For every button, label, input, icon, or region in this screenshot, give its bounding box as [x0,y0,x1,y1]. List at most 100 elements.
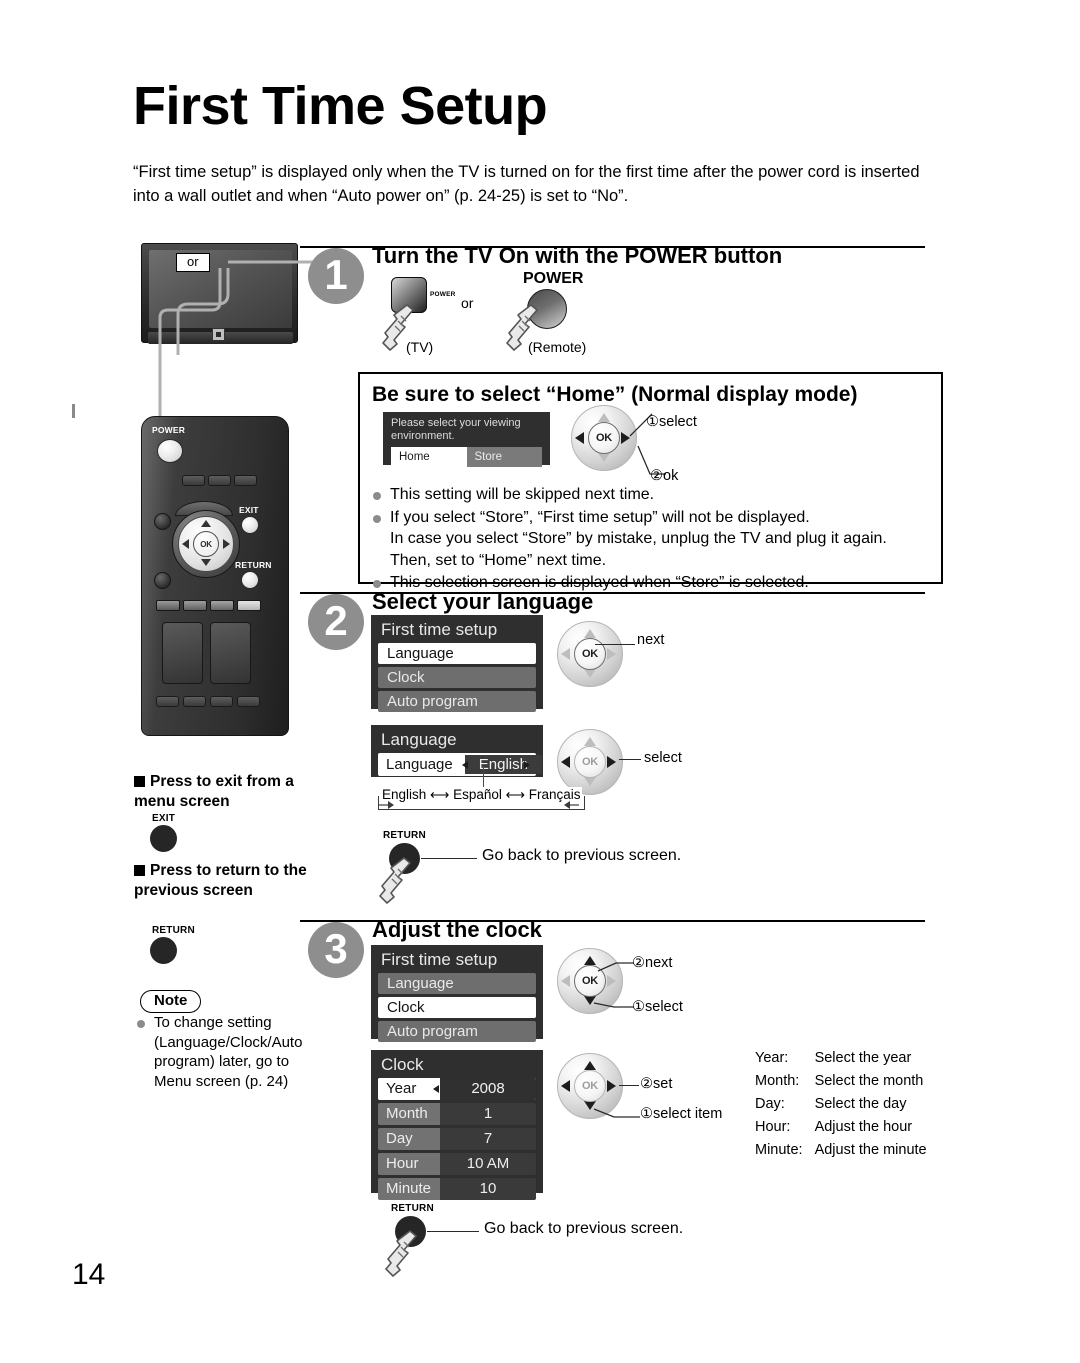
clock-row-minute-value[interactable]: 10 [440,1178,536,1200]
step2-menu-callout-line [595,644,635,646]
remote-large-button-right [210,622,251,684]
remote-dpad-down-icon [201,559,211,566]
clock-panel-title: Clock [381,1055,424,1074]
nav-wheel-down-icon-b [584,669,596,678]
step1-heading: Turn the TV On with the POWER button [372,243,783,268]
desc-row-year: Year: Select the year [754,1048,936,1069]
language-right-arrow-icon [524,761,530,769]
nav-wheel-right-icon-e [607,1080,616,1092]
step3-menu-item-clock[interactable]: Clock [378,997,536,1018]
remote-return-label: RETURN [235,560,272,570]
remote-bottom-button-2 [183,696,206,707]
remote-color-button-1 [156,600,180,611]
step2-menu-title: First time setup [381,620,498,639]
step3-menu-item-auto-program[interactable]: Auto program [378,1021,536,1042]
home-bullet-0: This setting will be skipped next time. [371,484,931,506]
remote-power-label: POWER [152,425,186,435]
clock-row-hour-value[interactable]: 10 AM [440,1153,536,1175]
remote-bottom-button-4 [237,696,260,707]
step2-menu-callout: next [637,632,665,648]
nav-wheel-left-icon-b [561,648,570,660]
desc-key-day: Day: [755,1096,785,1112]
nav-wheel-left-icon-a [575,432,584,444]
desc-key-hour: Hour: [755,1119,791,1135]
nav-wheel-up-icon-a [598,413,610,422]
language-cycle-arrows [378,801,579,809]
remote-return-button [241,571,259,589]
nav-wheel-up-icon-c [584,737,596,746]
step2-heading: Select your language [372,589,594,614]
desc-row-month: Month: Select the month [754,1071,936,1092]
nav-wheel-left-icon-d [561,975,570,987]
clock-row-year-value[interactable]: 2008 [433,1078,536,1100]
option-store[interactable]: Store [466,447,542,467]
step3-heading: Adjust the clock [372,917,542,942]
language-row-value[interactable]: English [464,755,542,774]
tv-power-button-caption: POWER [430,291,456,298]
step2-first-time-setup-menu: First time setup Language Clock Auto pro… [371,615,543,712]
remote-large-button-left [162,622,203,684]
remote-color-button-3 [210,600,234,611]
step3-return-callout-line [427,1231,479,1233]
clock-row-minute[interactable]: Minute 10 [378,1178,536,1200]
desc-key-year: Year: [755,1050,789,1066]
nav-wheel-ok-c: OK [574,746,606,778]
nav-wheel-right-icon-b [607,648,616,660]
step2-return-note: Go back to previous screen. [482,847,682,864]
intro-paragraph: “First time setup” is displayed only whe… [133,163,920,205]
step3-menu-title: First time setup [381,950,498,969]
clock-field-descriptions: Year: Select the year Month: Select the … [752,1046,938,1163]
desc-row-hour: Hour: Adjust the hour [754,1117,936,1138]
option-home[interactable]: Home [391,447,467,467]
clock-row-month[interactable]: Month 1 [378,1103,536,1125]
return-instruction-heading: Press to return to the previous screen [134,861,319,901]
language-left-arrow-icon [462,761,468,769]
sidebar-exit-button[interactable] [150,825,177,852]
sidebar-return-label: RETURN [152,925,195,936]
step3-return-label: RETURN [391,1203,434,1214]
viewing-environment-options: Home Store [391,447,542,467]
remote-exit-label: EXIT [239,505,259,515]
step3-return-note: Go back to previous screen. [484,1220,684,1237]
step2-return-label: RETURN [383,830,426,841]
step3-menu-item-language[interactable]: Language [378,973,536,994]
remote-dpad-right-icon [223,539,230,549]
clock-row-day[interactable]: Day 7 [378,1128,536,1150]
clock-row-day-value[interactable]: 7 [440,1128,536,1150]
step2-menu-item-clock[interactable]: Clock [378,667,536,688]
language-setting-row[interactable]: Language English [378,753,542,776]
sidebar-return-button[interactable] [150,937,177,964]
step2-menu-item-auto-program[interactable]: Auto program [378,691,536,712]
desc-key-month: Month: [755,1073,800,1089]
nav-wheel-left-icon-c [561,756,570,768]
nav-wheel-down-icon-c [584,777,596,786]
remote-top-button-2 [208,475,231,486]
remote-source-label: (Remote) [528,339,587,355]
language-osd-panel: Language Language English [371,725,543,777]
nav-wheel-down-icon-a [598,453,610,462]
remote-dpad-left-icon [182,539,189,549]
home-wheel-ok-callout: ②ok [650,468,679,484]
clock-row-month-value[interactable]: 1 [440,1103,536,1125]
desc-text-hour: Adjust the hour [814,1119,913,1135]
manual-page: First Time Setup “First time setup” is d… [0,0,1080,1363]
remote-left-round-button-1 [154,513,171,530]
clock-row-year[interactable]: Year 2008 [378,1078,536,1100]
remote-power-caption: POWER [523,270,584,287]
clock-select-callout: ①select item [640,1106,723,1122]
note-text: To change setting (Language/Clock/Auto p… [136,1013,319,1091]
language-row-key: Language [386,756,453,773]
desc-text-year: Select the year [814,1050,912,1066]
step2-return-callout-line [421,858,477,860]
remote-power-button [157,439,183,463]
remote-color-button-4 [237,600,261,611]
step3-menu-select-callout: ①select [632,999,683,1015]
page-title: First Time Setup [133,76,548,136]
clock-year-left-arrow-icon [433,1085,439,1093]
sidebar-exit-label: EXIT [152,813,176,824]
home-mode-bullets: This setting will be skipped next time. … [371,484,931,595]
step2-menu-item-language[interactable]: Language [378,643,536,664]
clock-row-hour[interactable]: Hour 10 AM [378,1153,536,1175]
nav-wheel-up-icon-b [584,629,596,638]
language-wheel-callout: select [644,750,682,766]
